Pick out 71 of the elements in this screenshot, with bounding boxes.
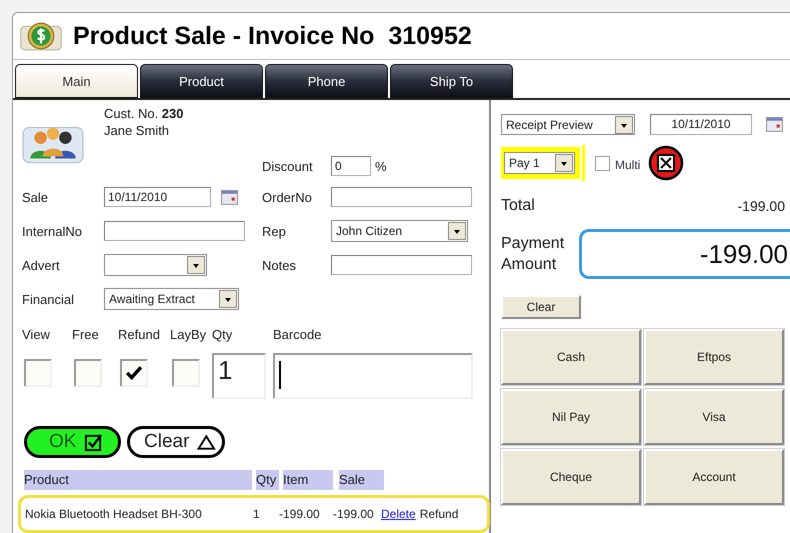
- customer-name: Jane Smith: [104, 122, 170, 139]
- dropdown[interactable]: John Citizen: [331, 220, 468, 242]
- date-field[interactable]: 10/11/2010: [104, 187, 211, 207]
- payment-amount-field[interactable]: -199.00: [579, 229, 790, 279]
- checked-box-icon: [84, 432, 104, 452]
- calendar-icon[interactable]: [766, 117, 783, 132]
- column-header: Product: [24, 470, 252, 490]
- tab[interactable]: Product: [140, 64, 263, 98]
- payment-method-button[interactable]: Account: [644, 449, 784, 505]
- checkbox[interactable]: [172, 359, 200, 387]
- table-cell-text: -199.00: [333, 507, 375, 521]
- checkbox[interactable]: [74, 359, 102, 387]
- calendar-icon[interactable]: [221, 190, 238, 204]
- ok-button[interactable]: OK: [24, 426, 121, 458]
- text-field[interactable]: [104, 221, 245, 241]
- table-cell-text: Nokia Bluetooth Headset BH-300: [25, 507, 203, 521]
- close-icon[interactable]: [648, 145, 684, 181]
- field-label: Sale: [22, 190, 50, 204]
- quantity-field[interactable]: 1: [212, 353, 266, 399]
- dropdown[interactable]: Pay 1: [504, 152, 575, 174]
- dropdown[interactable]: Awaiting Extract: [104, 288, 239, 310]
- checkbox-label: LayBy: [170, 327, 207, 342]
- total-value: -199.00: [738, 198, 785, 214]
- payment-method-button[interactable]: Visa: [644, 389, 784, 445]
- checkbox[interactable]: [595, 156, 610, 170]
- dropdown[interactable]: Receipt Preview: [501, 114, 635, 135]
- field-label: Notes: [262, 258, 297, 272]
- barcode-field[interactable]: [273, 353, 473, 399]
- checkbox-label: View: [22, 327, 51, 342]
- payment-method-button[interactable]: Cheque: [501, 449, 641, 505]
- field-label: OrderNo: [262, 190, 313, 204]
- clear-button[interactable]: Clear: [501, 295, 581, 319]
- field-label: Rep: [262, 224, 287, 238]
- table-cell-text: 1: [253, 507, 261, 521]
- checkbox-label: Refund: [118, 327, 161, 342]
- checkbox-label: Free: [72, 327, 100, 342]
- table-cell: Refund: [420, 507, 458, 521]
- text-field[interactable]: [331, 187, 472, 207]
- total-label: Total: [501, 197, 535, 215]
- window-title: Product Sale - Invoice No 310952: [73, 22, 472, 50]
- checkbox[interactable]: [120, 359, 148, 387]
- checkmark-icon: [126, 366, 142, 380]
- date-field[interactable]: 10/11/2010: [650, 114, 752, 135]
- field-label: Financial: [22, 292, 76, 306]
- payment-method-button[interactable]: Cash: [501, 329, 641, 385]
- field-label: InternalNo: [22, 224, 83, 238]
- column-header: Qty: [256, 470, 279, 490]
- triangle-icon: [197, 432, 216, 452]
- tab[interactable]: Ship To: [390, 64, 513, 98]
- checkbox[interactable]: [24, 359, 52, 387]
- column-header: Sale: [339, 470, 384, 490]
- delete-link[interactable]: Delete: [381, 507, 416, 521]
- checkbox-label: Multi: [615, 158, 640, 172]
- payment-method-button[interactable]: Eftpos: [644, 329, 784, 385]
- text-field[interactable]: [331, 255, 472, 275]
- payment-method-button[interactable]: Nil Pay: [501, 389, 641, 445]
- field-label: Advert: [22, 258, 61, 272]
- tab[interactable]: Main: [15, 64, 138, 98]
- percent-label: %: [375, 158, 387, 174]
- field-label: Discount: [262, 158, 314, 174]
- customer-number: Cust. No. 230: [104, 105, 184, 122]
- discount-field[interactable]: 0: [331, 156, 371, 176]
- payment-amount-label: Payment Amount: [501, 234, 566, 275]
- tab[interactable]: Phone: [265, 64, 388, 98]
- clear-button[interactable]: Clear: [127, 426, 225, 458]
- dropdown[interactable]: [104, 254, 207, 276]
- field-label: Barcode: [273, 327, 322, 342]
- field-label: Qty: [212, 327, 234, 342]
- column-header: Item: [283, 470, 333, 490]
- table-cell-text: -199.00: [279, 507, 321, 521]
- dollar-coin-icon: [19, 20, 63, 52]
